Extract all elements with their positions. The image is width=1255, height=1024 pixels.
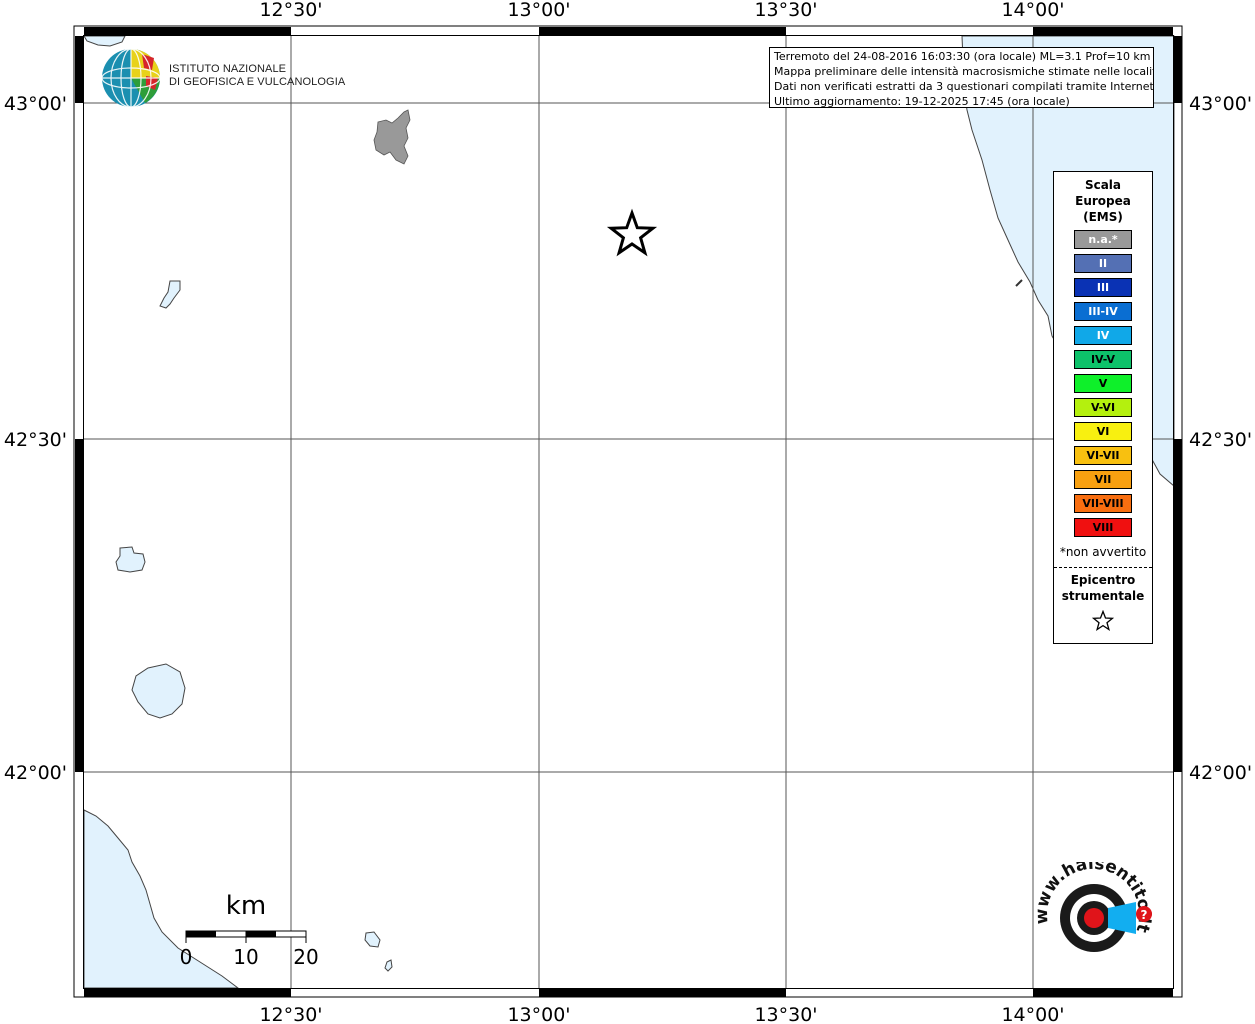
legend-swatch: II (1074, 254, 1132, 273)
lon-label-bottom-2: 13°00' (507, 1004, 570, 1024)
info-line-2: Mappa preliminare delle intensità macros… (774, 65, 1154, 78)
scale-tick-10: 10 (233, 945, 258, 969)
lat-label-left-3: 42°00' (4, 762, 67, 784)
event-info-box: Terremoto del 24-08-2016 16:03:30 (ora l… (769, 47, 1154, 108)
lon-label-bottom-1: 12°30' (259, 1004, 322, 1024)
lat-label-right-3: 42°00' (1189, 762, 1252, 784)
ingv-line-2: DI GEOFISICA E VULCANOLOGIA (169, 76, 346, 88)
info-line-4: Ultimo aggiornamento: 19-12-2025 17:45 (… (774, 95, 1070, 108)
svg-text:?: ? (1141, 908, 1148, 922)
lat-label-right-2: 42°30' (1189, 429, 1252, 451)
info-line-1: Terremoto del 24-08-2016 16:03:30 (ora l… (774, 50, 1151, 63)
scale-unit: km (226, 891, 266, 921)
legend-swatch: IV (1074, 326, 1132, 345)
ingv-globe-logo-icon (101, 48, 161, 108)
legend-title-1: Scala (1084, 178, 1122, 192)
legend-title: Scala Europea (EMS) (1054, 177, 1152, 225)
legend-swatch: V-VI (1074, 398, 1132, 417)
legend-star-icon (1092, 610, 1114, 632)
legend-title-3: (EMS) (1083, 210, 1123, 224)
scale-tick-20: 20 (293, 945, 318, 969)
legend-swatch: VI (1074, 422, 1132, 441)
lat-label-right-1: 43°00' (1189, 93, 1252, 115)
scale-tick-0: 0 (180, 945, 193, 969)
legend-epi-1: Epicentro (1070, 573, 1136, 587)
legend-swatch: VII (1074, 470, 1132, 489)
haisentito-logo-icon: www.haisentitoilterremoto.it ? (1032, 862, 1154, 952)
legend-swatch: VII-VIII (1074, 494, 1132, 513)
legend-swatch: IV-V (1074, 350, 1132, 369)
legend-note: *non avvertito (1059, 545, 1147, 559)
ems-legend: Scala Europea (EMS) n.a.* II III III-IV IV IV… (1053, 171, 1153, 644)
ingv-logo-text: ISTITUTO NAZIONALE DI GEOFISICA E VULCAN… (169, 63, 345, 89)
legend-separator (1054, 567, 1152, 568)
lon-label-top-2: 13°00' (507, 0, 570, 21)
lat-label-left-2: 42°30' (4, 429, 67, 451)
legend-title-2: Europea (1075, 194, 1131, 208)
lat-label-left-1: 43°00' (4, 93, 67, 115)
legend-swatch: VI-VII (1074, 446, 1132, 465)
ingv-line-1: ISTITUTO NAZIONALE (169, 63, 287, 75)
legend-epicenter-label: Epicentro strumentale (1054, 572, 1152, 604)
legend-swatch: n.a.* (1074, 230, 1132, 249)
lon-label-bottom-3: 13°30' (754, 1004, 817, 1024)
legend-swatch: VIII (1074, 518, 1132, 537)
info-line-3: Dati non verificati estratti da 3 questi… (774, 80, 1154, 93)
lon-label-top-4: 14°00' (1001, 0, 1064, 21)
lon-label-top-3: 13°30' (754, 0, 817, 21)
legend-swatch: III (1074, 278, 1132, 297)
lon-label-bottom-4: 14°00' (1001, 1004, 1064, 1024)
legend-swatch: III-IV (1074, 302, 1132, 321)
legend-swatch: V (1074, 374, 1132, 393)
legend-epi-2: strumentale (1061, 589, 1145, 603)
lon-label-top-1: 12°30' (259, 0, 322, 21)
